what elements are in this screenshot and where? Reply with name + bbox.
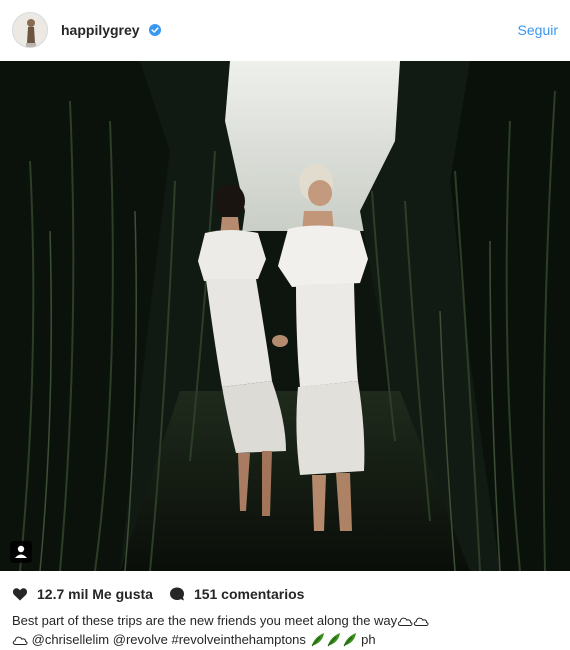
mention-chrisellelim[interactable]: @chrisellelim xyxy=(32,632,110,647)
tag-people-button[interactable] xyxy=(10,541,32,563)
username[interactable]: happilygrey xyxy=(61,22,140,38)
herb-emoji xyxy=(343,633,356,647)
caption-text: Best part of these trips are the new fri… xyxy=(12,613,398,628)
caption-tail: ph xyxy=(361,632,376,647)
comment-bubble-icon[interactable] xyxy=(169,586,185,602)
person-tag-icon xyxy=(15,545,27,558)
comments-count[interactable]: 151 comentarios xyxy=(194,586,305,602)
heart-icon[interactable] xyxy=(12,586,28,602)
post-header: happilygrey Seguir xyxy=(0,0,570,60)
cloud-emoji xyxy=(397,617,413,626)
hashtag-revolveinthehamptons[interactable]: #revolveinthehamptons xyxy=(171,632,305,647)
avatar[interactable] xyxy=(12,12,48,48)
follow-button[interactable]: Seguir xyxy=(518,22,558,38)
post-actions: 12.7 mil Me gusta 151 comentarios xyxy=(12,585,304,603)
verified-badge-icon xyxy=(149,24,161,36)
herb-emoji xyxy=(327,633,340,647)
post-caption: Best part of these trips are the new fri… xyxy=(12,611,560,649)
post-photo[interactable] xyxy=(0,61,570,571)
likes-count[interactable]: 12.7 mil Me gusta xyxy=(37,586,153,602)
mention-revolve[interactable]: @revolve xyxy=(113,632,168,647)
herb-emoji xyxy=(311,633,324,647)
cloud-emoji xyxy=(12,636,28,645)
cloud-emoji xyxy=(413,617,429,626)
